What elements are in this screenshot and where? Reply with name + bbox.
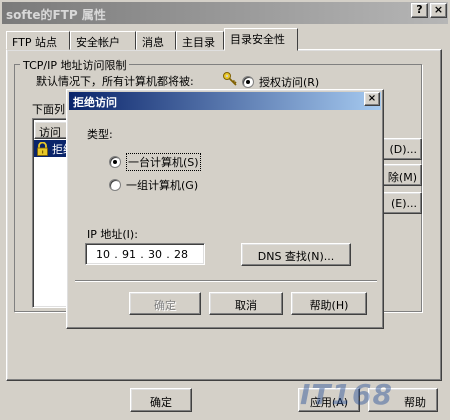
- dialog-cancel-button[interactable]: 取消: [209, 292, 283, 315]
- help-title-button[interactable]: ?: [411, 3, 428, 18]
- radio-unselected-icon: [109, 179, 121, 191]
- group-label: TCP/IP 地址访问限制: [20, 57, 130, 73]
- window-title-bar[interactable]: softe的FTP 属性: [2, 2, 448, 24]
- tab-ftp-site[interactable]: FTP 站点: [6, 31, 70, 50]
- radio-selected-icon: [242, 76, 254, 88]
- dialog-separator: [75, 280, 377, 282]
- dialog-close-button[interactable]: ×: [364, 92, 380, 106]
- ip-dot: .: [166, 247, 170, 261]
- ip-address-field[interactable]: 10 . 91 . 30 . 28: [85, 243, 205, 265]
- ip-dot: .: [114, 247, 118, 261]
- lock-icon: [37, 141, 48, 156]
- tab-security-accounts[interactable]: 安全帐户: [70, 31, 136, 50]
- window-title: softe的FTP 属性: [6, 8, 106, 22]
- close-icon: ×: [367, 93, 377, 104]
- dialog-title: 拒绝访问: [73, 96, 117, 109]
- ok-button[interactable]: 确定: [130, 388, 192, 412]
- ip-octet-4[interactable]: 28: [172, 248, 190, 261]
- tab-messages[interactable]: 消息: [136, 31, 176, 50]
- grant-access-radio[interactable]: 授权访问(R): [242, 74, 319, 90]
- dialog-title-bar[interactable]: 拒绝访问: [69, 92, 381, 110]
- dialog-help-button[interactable]: 帮助(H): [291, 292, 367, 315]
- ip-address-label: IP 地址(I):: [87, 228, 138, 241]
- close-icon: ×: [433, 3, 444, 16]
- dialog-ok-button[interactable]: 确定: [129, 292, 201, 315]
- tab-directory-security[interactable]: 目录安全性: [224, 28, 298, 51]
- radio-selected-icon: [109, 156, 121, 168]
- key-icon: [223, 72, 237, 86]
- tab-home-directory[interactable]: 主目录: [176, 31, 224, 50]
- dns-lookup-button[interactable]: DNS 查找(N)...: [241, 243, 351, 266]
- watermark-logo: IT168: [300, 378, 393, 411]
- default-access-text: 默认情况下，所有计算机都将被:: [36, 75, 194, 88]
- deny-access-dialog: 拒绝访问 × 类型: 一台计算机(S) 一组计算机(G) IP 地址(I): 1…: [66, 89, 384, 329]
- list-label: 下面列: [32, 103, 65, 116]
- ip-octet-1[interactable]: 10: [94, 248, 112, 261]
- group-computers-radio[interactable]: 一组计算机(G): [109, 177, 198, 193]
- type-label: 类型:: [87, 128, 113, 141]
- single-computer-radio[interactable]: 一台计算机(S): [109, 153, 201, 171]
- question-icon: ?: [416, 3, 423, 16]
- ip-octet-2[interactable]: 91: [120, 248, 138, 261]
- ip-octet-3[interactable]: 30: [146, 248, 164, 261]
- ip-dot: .: [140, 247, 144, 261]
- close-title-button[interactable]: ×: [430, 3, 447, 18]
